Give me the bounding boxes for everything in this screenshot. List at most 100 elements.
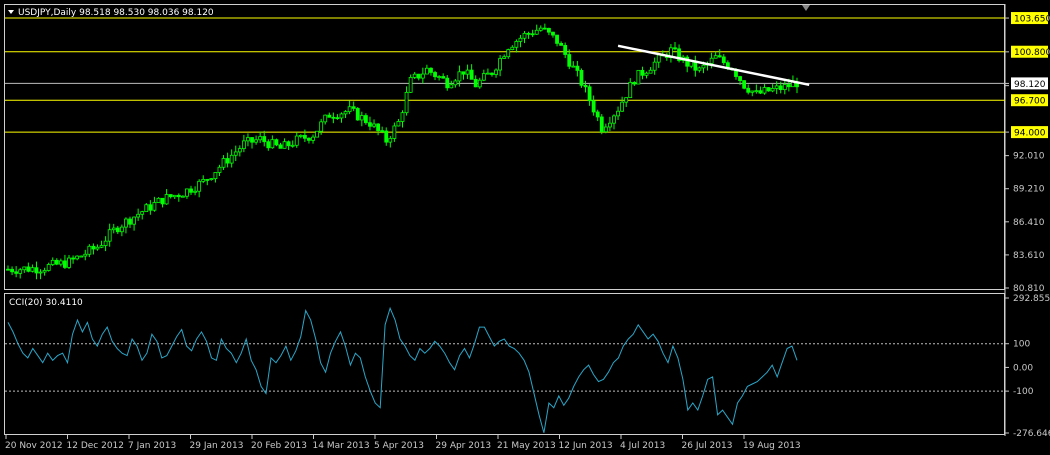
candle-body — [79, 255, 84, 258]
candle-body — [42, 270, 47, 273]
candle-body — [425, 67, 429, 75]
candle-body — [477, 79, 482, 88]
cci-tick-label: -276.646 — [1013, 429, 1050, 439]
candle-body — [58, 260, 63, 265]
candle-body — [701, 64, 706, 69]
candle-body — [298, 134, 303, 137]
level-tags: 103.650 100.800 96.700 94.000 98.120 — [1011, 12, 1050, 139]
candle-body — [270, 139, 275, 149]
candle-body — [185, 188, 189, 197]
candle-body — [274, 139, 279, 146]
candle-body — [709, 57, 714, 64]
candle-body — [652, 61, 657, 71]
candle-body — [522, 32, 527, 39]
candle-body — [30, 267, 35, 272]
candle-body — [331, 116, 336, 119]
candle-body — [465, 69, 470, 75]
candle-body — [156, 197, 161, 203]
candle-body — [351, 106, 356, 109]
x-tick-label: 21 May 2013 — [497, 441, 556, 451]
x-tick-label: 12 Dec 2012 — [67, 441, 125, 451]
candle-body — [697, 67, 702, 71]
candle-body — [591, 100, 596, 113]
candle-body — [603, 126, 608, 133]
candle-body — [571, 65, 576, 68]
candle-body — [457, 71, 462, 82]
candle-body — [10, 268, 14, 273]
candle-body — [555, 34, 559, 44]
candle-body — [538, 27, 543, 31]
candle-body — [746, 87, 751, 93]
candle-body — [176, 194, 181, 198]
candle-body — [111, 227, 116, 231]
candle-body — [233, 151, 238, 156]
y-tick-label: 89.210 — [1013, 185, 1045, 195]
candle-body — [254, 139, 258, 143]
candle-body — [164, 194, 169, 205]
cci-tick-label: -100 — [1013, 387, 1034, 397]
x-tick-label: 14 Mar 2013 — [313, 441, 370, 451]
candle-body — [290, 144, 295, 147]
candle-body — [311, 136, 315, 141]
candle-body — [302, 134, 307, 139]
candle-body — [579, 70, 584, 86]
candle-body — [632, 81, 637, 85]
cci-panel — [4, 293, 1005, 435]
candle-body — [530, 33, 535, 36]
time-axis: 20 Nov 2012 12 Dec 2012 7 Jan 2013 29 Jan 2… — [5, 435, 801, 451]
candle-body — [201, 179, 206, 182]
x-tick-label: 19 Aug 2013 — [743, 441, 801, 451]
candle-body — [437, 76, 442, 78]
candle-body — [205, 179, 210, 181]
x-tick-label: 29 Jan 2013 — [190, 441, 244, 451]
candle-body — [71, 257, 75, 260]
candle-body — [209, 178, 214, 181]
candle-body — [339, 113, 344, 119]
candle-body — [750, 90, 755, 93]
candle-body — [412, 73, 417, 78]
candle-body — [250, 137, 254, 143]
cci-axis: 292.8552 100 0.00 -100 -276.646 — [1005, 294, 1050, 439]
candle-body — [514, 41, 519, 48]
price-tag-label: 98.120 — [1014, 80, 1046, 90]
candle-body — [286, 141, 291, 147]
candle-body — [559, 42, 564, 46]
candle-body — [213, 172, 218, 180]
candle-body — [420, 73, 425, 79]
cci-tick-label: 0.00 — [1013, 363, 1033, 373]
candle-body — [67, 257, 71, 268]
candle-body — [567, 54, 572, 67]
candle-body — [502, 56, 507, 59]
cci-tick-label: 100 — [1013, 340, 1030, 350]
level-tag-label: 96.700 — [1014, 97, 1046, 107]
candle-body — [392, 125, 397, 139]
y-tick-label: 92.010 — [1013, 152, 1045, 162]
candle-body — [99, 245, 104, 248]
candle-body — [526, 32, 531, 35]
candle-body — [124, 218, 128, 228]
candle-body — [583, 84, 588, 88]
candle-body — [518, 37, 523, 42]
candle-body — [469, 69, 474, 80]
candle-body — [754, 90, 759, 93]
candle-body — [237, 148, 242, 153]
candle-body — [6, 268, 10, 271]
candle-body — [327, 114, 332, 118]
candle-body — [612, 115, 616, 124]
x-tick-label: 20 Feb 2013 — [251, 441, 307, 451]
candle-body — [782, 84, 787, 91]
x-tick-label: 4 Jul 2013 — [620, 441, 665, 451]
candle-body — [229, 154, 234, 164]
candle-body — [217, 166, 222, 173]
candle-body — [563, 44, 568, 55]
candle-body — [347, 106, 352, 113]
candle-body — [380, 130, 385, 133]
candle-body — [278, 144, 283, 149]
candle-body — [547, 27, 551, 33]
candle-body — [461, 71, 466, 75]
candle-body — [315, 130, 319, 138]
candle-body — [506, 49, 511, 58]
candle-body — [717, 55, 722, 58]
candle-body — [636, 69, 641, 85]
candle-body — [445, 77, 450, 89]
